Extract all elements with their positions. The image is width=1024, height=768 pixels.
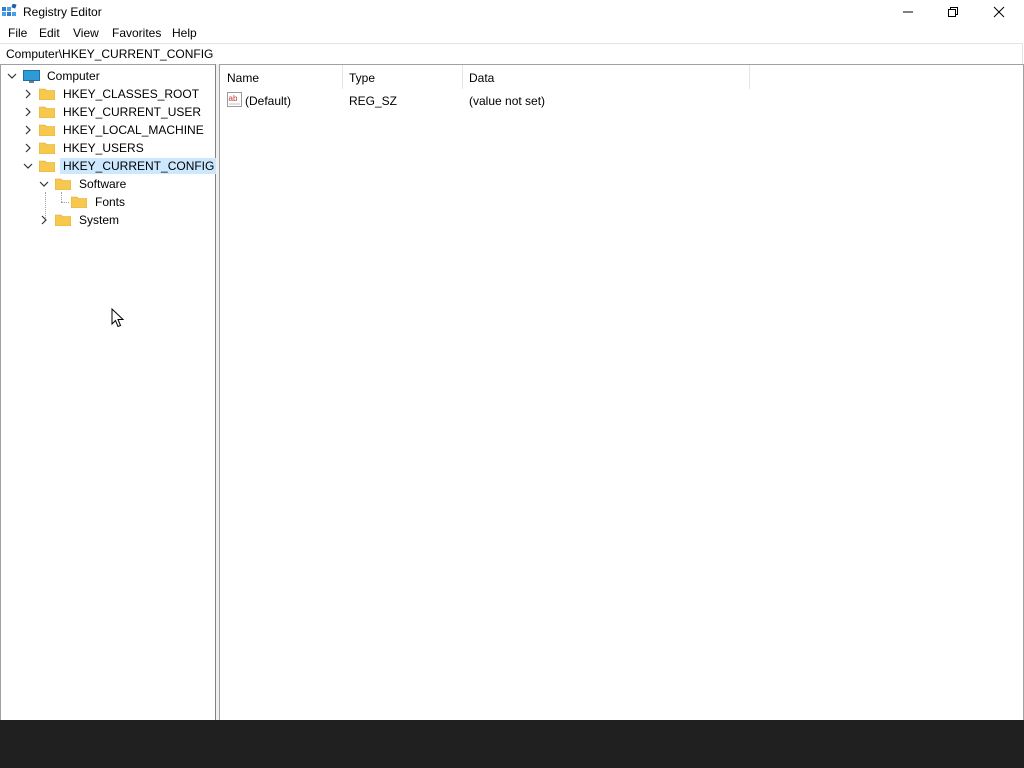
menu-view[interactable]: View (73, 26, 99, 40)
tree-label: System (79, 213, 120, 227)
tree-item-hkey-local-machine[interactable]: HKEY_LOCAL_MACHINE (23, 121, 207, 139)
tree-item-system[interactable]: System (39, 211, 122, 229)
tree-label: HKEY_CURRENT_USER (63, 105, 202, 119)
tree-label: HKEY_USERS (63, 141, 144, 155)
folder-icon (71, 196, 87, 208)
expand-chevron-icon[interactable] (23, 143, 33, 153)
folder-icon (39, 88, 55, 100)
minimize-icon (903, 11, 913, 13)
address-bar[interactable]: Computer\HKEY_CURRENT_CONFIG (0, 43, 1023, 65)
value-type: REG_SZ (349, 94, 398, 108)
folder-icon (55, 178, 71, 190)
collapse-chevron-icon[interactable] (23, 161, 33, 171)
folder-icon (39, 124, 55, 136)
tree-label: Fonts (95, 195, 126, 209)
folder-icon (55, 214, 71, 226)
minimize-button[interactable] (885, 0, 931, 24)
address-path[interactable]: Computer\HKEY_CURRENT_CONFIG (6, 47, 213, 61)
tree-item-hkey-classes-root[interactable]: HKEY_CLASSES_ROOT (23, 85, 202, 103)
title-bar[interactable]: Registry Editor (0, 0, 1024, 24)
tree-item-software[interactable]: Software (39, 175, 129, 193)
open-folder-icon (39, 160, 55, 172)
collapse-chevron-icon[interactable] (7, 71, 17, 81)
string-value-icon: ab (227, 92, 242, 107)
tree-label: HKEY_LOCAL_MACHINE (63, 123, 204, 137)
tree-item-hkey-current-user[interactable]: HKEY_CURRENT_USER (23, 103, 204, 121)
menu-file[interactable]: File (8, 26, 27, 40)
svg-text:ab: ab (229, 94, 238, 103)
registry-app-icon (2, 4, 17, 16)
tree-item-fonts[interactable]: Fonts (71, 193, 128, 211)
tree-label: Software (79, 177, 127, 191)
mouse-pointer-icon (111, 308, 125, 328)
column-header-data[interactable]: Data (462, 65, 750, 89)
column-header-type[interactable]: Type (342, 65, 463, 89)
folder-icon (39, 142, 55, 154)
collapse-chevron-icon[interactable] (39, 179, 49, 189)
taskbar[interactable] (0, 720, 1024, 768)
expand-chevron-icon[interactable] (23, 125, 33, 135)
registry-editor-window: Registry Editor File Edit View Favorites… (0, 0, 1024, 720)
menu-edit[interactable]: Edit (39, 26, 60, 40)
restore-button[interactable] (930, 0, 976, 24)
column-header-label: Type (349, 71, 376, 85)
menu-help[interactable]: Help (172, 26, 197, 40)
tree-label: HKEY_CURRENT_CONFIG (60, 158, 218, 174)
column-header-label: Data (469, 71, 495, 85)
menu-favorites[interactable]: Favorites (112, 26, 161, 40)
menu-bar: File Edit View Favorites Help (0, 24, 1024, 43)
close-button[interactable] (976, 0, 1022, 24)
expand-chevron-icon[interactable] (23, 89, 33, 99)
tree-item-computer[interactable]: Computer (7, 67, 103, 85)
value-data: (value not set) (469, 94, 546, 108)
value-row[interactable]: ab (Default) REG_SZ (value not set) (220, 89, 980, 111)
close-icon (993, 6, 1005, 18)
expand-chevron-icon[interactable] (23, 107, 33, 117)
tree-item-hkey-users[interactable]: HKEY_USERS (23, 139, 147, 157)
values-list-pane[interactable]: Name Type Data ab (Default) REG_SZ (valu… (219, 64, 1024, 720)
window-title: Registry Editor (23, 5, 102, 19)
tree-label: Computer (47, 69, 100, 83)
tree-label: HKEY_CLASSES_ROOT (63, 87, 200, 101)
folder-icon (39, 106, 55, 118)
value-name: (Default) (245, 94, 292, 108)
column-header-name[interactable]: Name (220, 65, 343, 89)
column-header-label: Name (227, 71, 260, 85)
key-tree-pane[interactable]: Computer HKEY_CLASSES_ROOT HKEY_CURRENT_… (0, 64, 218, 720)
expand-chevron-icon[interactable] (39, 215, 49, 225)
tree-item-hkey-current-config[interactable]: HKEY_CURRENT_CONFIG (23, 157, 218, 175)
restore-icon (948, 7, 958, 17)
computer-icon (23, 69, 40, 83)
